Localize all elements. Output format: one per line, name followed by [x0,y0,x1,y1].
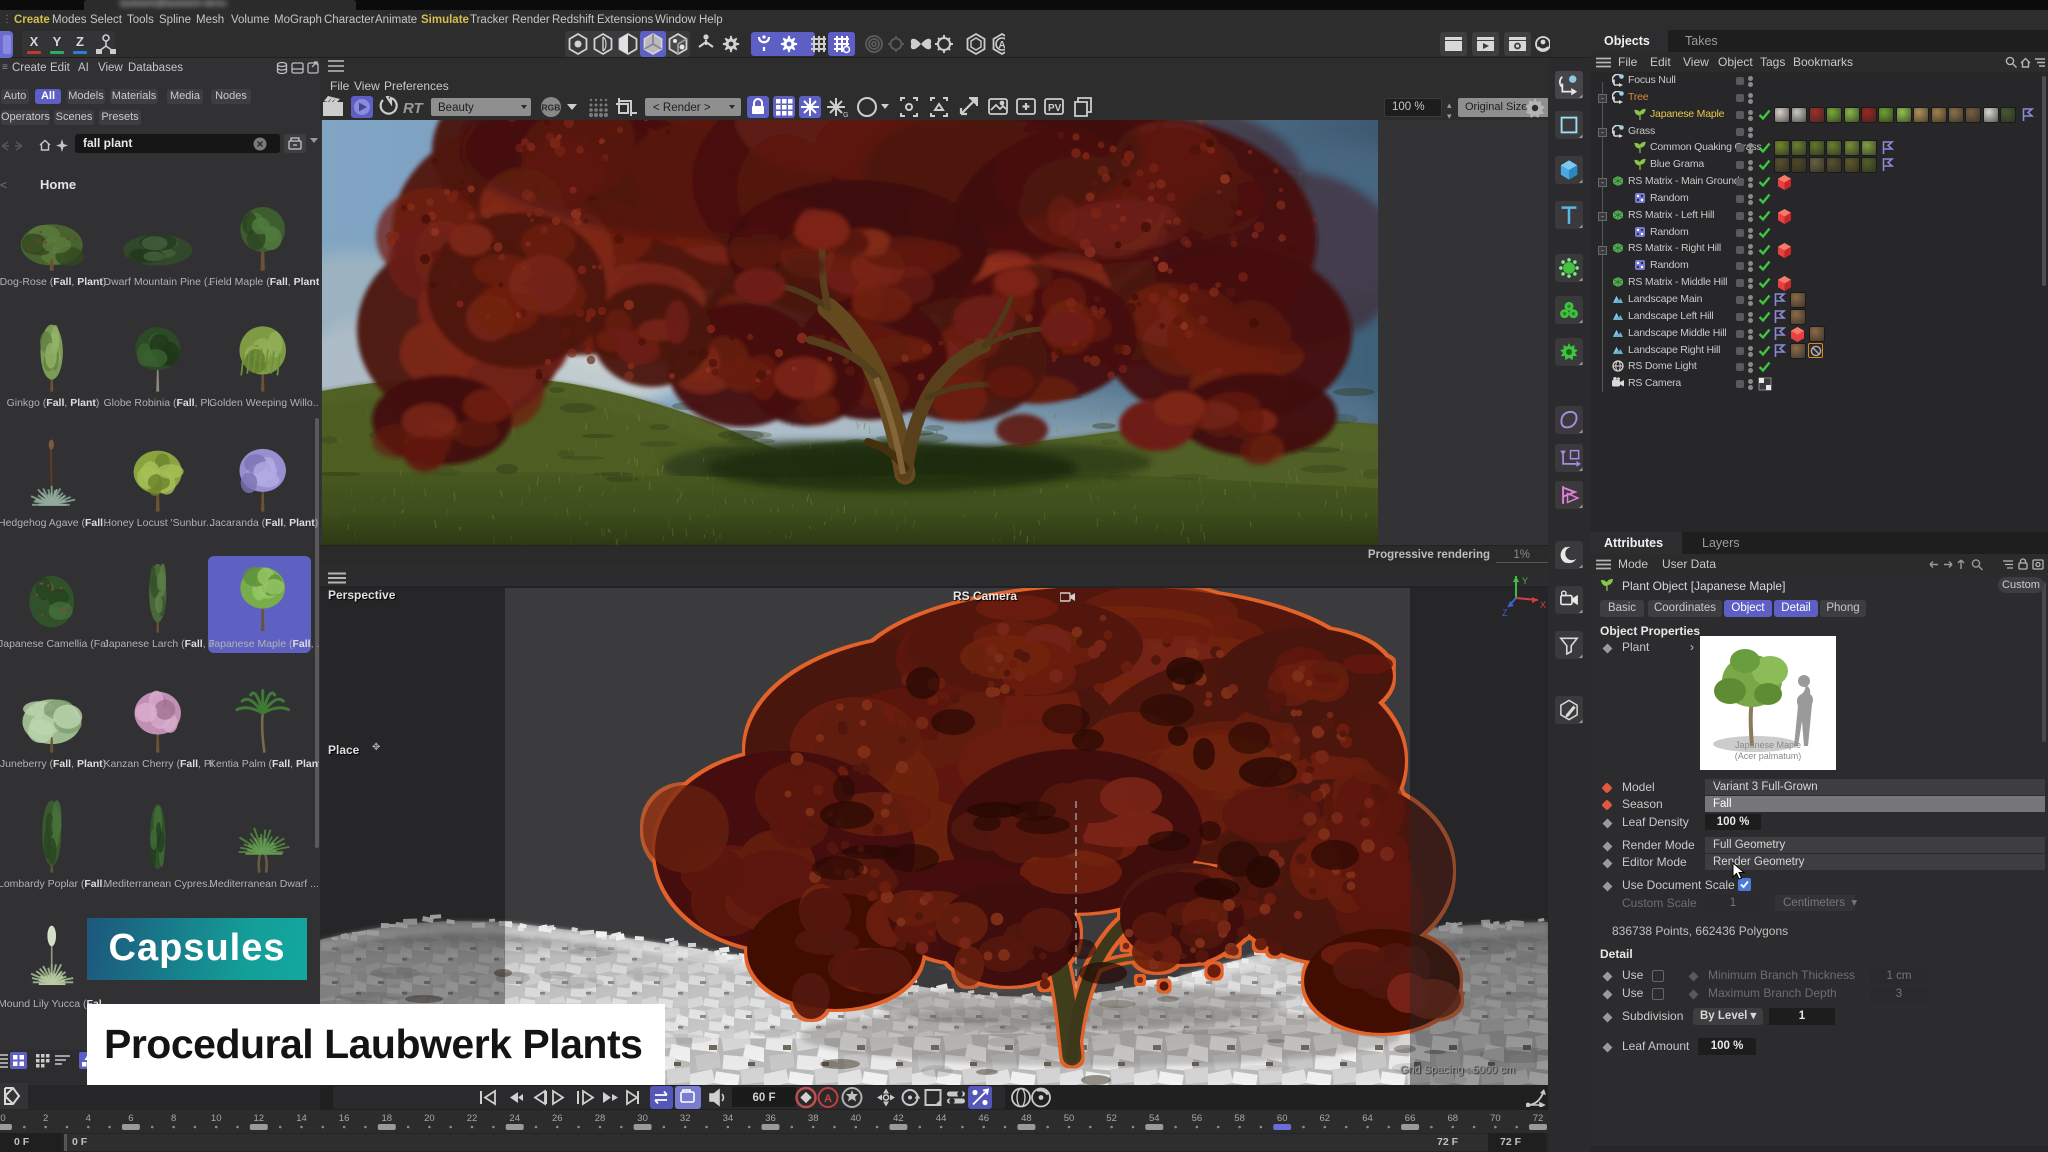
svg-text:34: 34 [723,1113,734,1124]
svg-text:52: 52 [1106,1113,1117,1124]
svg-text:62: 62 [1320,1113,1331,1124]
svg-text:X: X [1540,600,1546,610]
svg-text:Beauty: Beauty [438,102,474,114]
svg-text:12: 12 [254,1113,265,1124]
svg-text:64: 64 [1362,1113,1373,1124]
svg-text:32: 32 [680,1113,691,1124]
svg-text:(Acer palmatum): (Acer palmatum) [1735,751,1802,761]
svg-text:68: 68 [1448,1113,1459,1124]
svg-text:18: 18 [382,1113,393,1124]
svg-text:70: 70 [1490,1113,1501,1124]
svg-text:4: 4 [86,1113,91,1124]
svg-text:56: 56 [1192,1113,1203,1124]
svg-text:24: 24 [509,1113,520,1124]
svg-text:< Render >: < Render > [653,102,711,114]
svg-text:RGB: RGB [542,103,561,113]
svg-text:72: 72 [1533,1113,1544,1124]
svg-text:40: 40 [851,1113,862,1124]
svg-text:42: 42 [893,1113,904,1124]
svg-text:54: 54 [1149,1113,1160,1124]
svg-text:60: 60 [1277,1113,1288,1124]
svg-text:A: A [998,40,1005,51]
svg-text:0: 0 [0,1113,5,1124]
svg-text:60 F: 60 F [752,1092,775,1104]
svg-text:14: 14 [296,1113,307,1124]
svg-text:26: 26 [552,1113,563,1124]
svg-text:2: 2 [43,1113,48,1124]
svg-text:50: 50 [1064,1113,1075,1124]
svg-text:10: 10 [211,1113,222,1124]
svg-text:38: 38 [808,1113,819,1124]
svg-text:20: 20 [424,1113,435,1124]
svg-text:8: 8 [171,1113,176,1124]
svg-text:Z: Z [1502,608,1508,618]
svg-text:28: 28 [595,1113,606,1124]
svg-text:58: 58 [1234,1113,1245,1124]
svg-text:22: 22 [467,1113,478,1124]
svg-text:PV: PV [1048,103,1062,114]
svg-text:A: A [824,1093,832,1105]
svg-text:6: 6 [128,1113,133,1124]
svg-text:36: 36 [765,1113,776,1124]
svg-text:G: G [843,112,848,119]
svg-text:30: 30 [637,1113,648,1124]
svg-text:44: 44 [936,1113,947,1124]
svg-text:48: 48 [1021,1113,1032,1124]
svg-text:46: 46 [978,1113,989,1124]
svg-text:RT: RT [403,100,425,117]
svg-text:Japanese Maple: Japanese Maple [1735,740,1801,750]
svg-text:16: 16 [339,1113,350,1124]
svg-text:66: 66 [1405,1113,1416,1124]
svg-text:Y: Y [1522,576,1528,586]
